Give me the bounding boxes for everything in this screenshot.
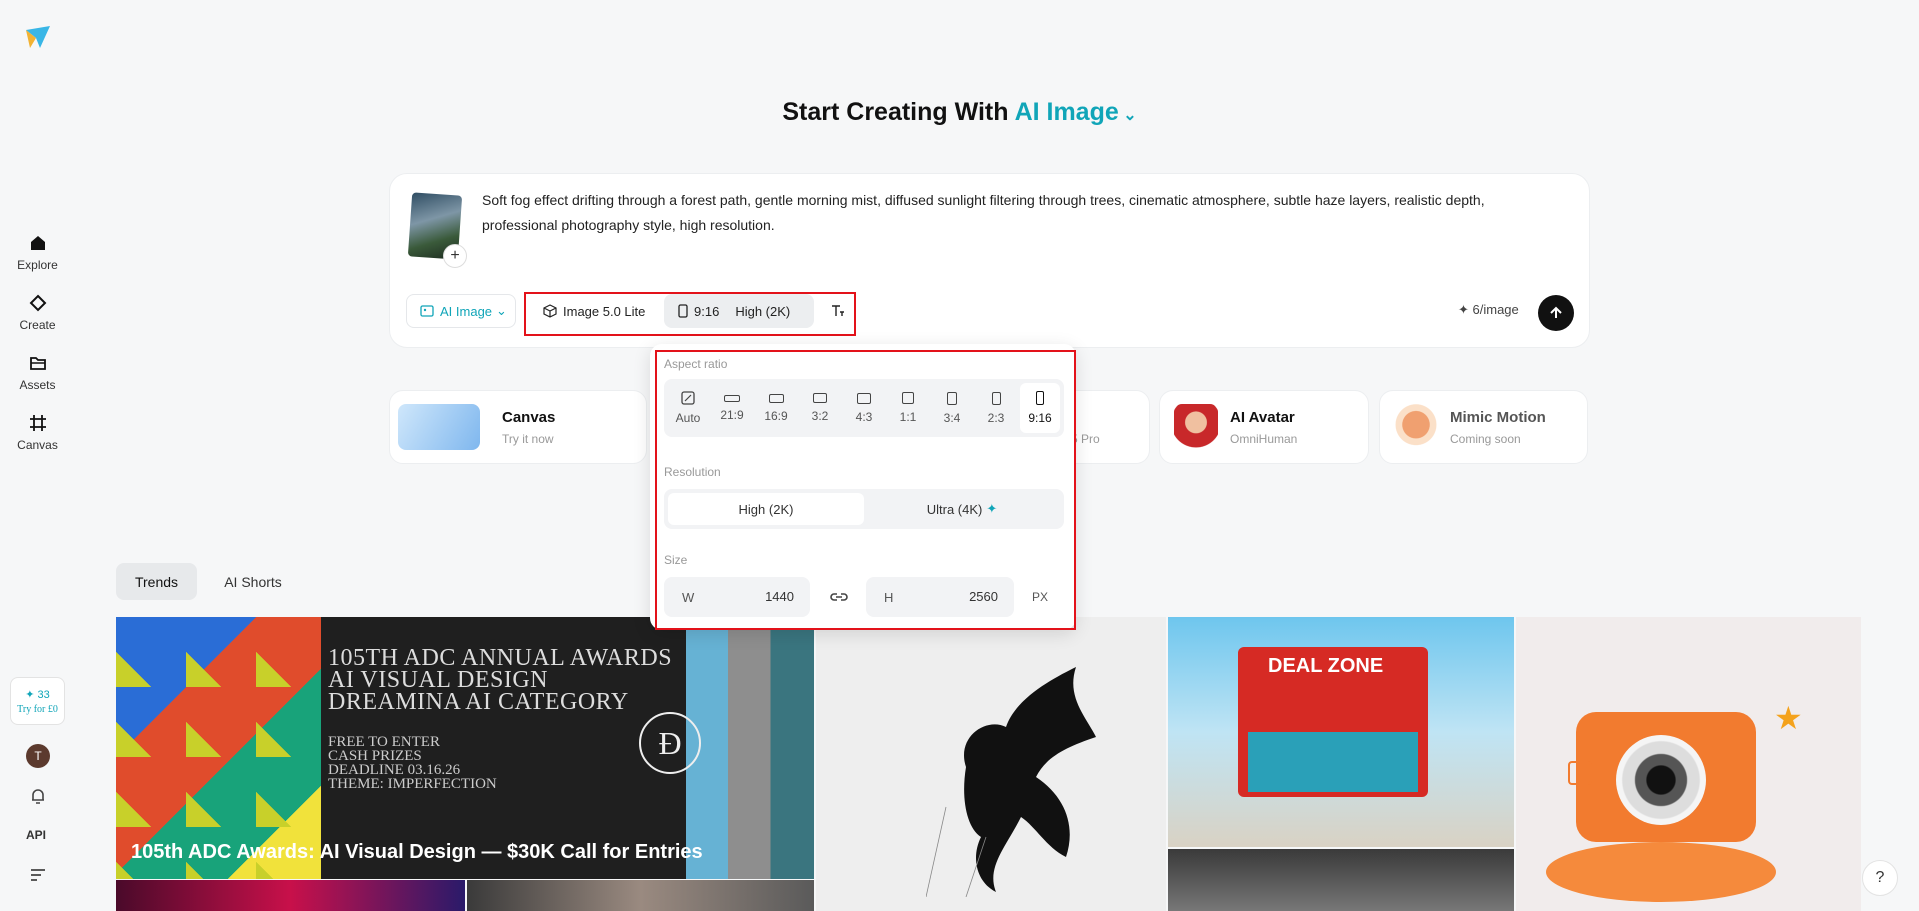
gallery-caption: 105th ADC Awards: AI Visual Design — $30… xyxy=(131,841,703,863)
sidebar-item-assets[interactable]: Assets xyxy=(0,342,75,402)
sidebar-item-canvas[interactable]: Canvas xyxy=(0,402,75,462)
tab-ai-shorts[interactable]: AI Shorts xyxy=(210,563,296,600)
api-link[interactable]: API xyxy=(26,828,46,842)
chevron-down-icon: ⌄ xyxy=(1118,107,1137,124)
sidebar: Explore Create Assets Canvas ✦ 33 Try fo… xyxy=(0,0,75,911)
canvas-icon xyxy=(29,414,46,431)
diamond-icon xyxy=(29,294,46,311)
feature-title: Mimic Motion xyxy=(1450,409,1546,426)
type-selector[interactable]: AI Image ⌄ xyxy=(406,294,516,328)
folder-icon xyxy=(29,356,46,370)
toolbar-highlight xyxy=(524,292,856,336)
sidebar-item-label: Create xyxy=(19,317,56,332)
dragon-silhouette xyxy=(926,667,1096,897)
arrow-up-icon xyxy=(1550,306,1562,318)
canvas-thumbnail xyxy=(398,404,480,450)
feature-subtitle: Coming soon xyxy=(1450,432,1521,446)
poster-title: 105TH ADC ANNUAL AWARDS AI VISUAL DESIGN… xyxy=(328,645,673,715)
help-button[interactable]: ? xyxy=(1862,860,1898,896)
mode-label: AI Image xyxy=(1014,98,1119,126)
gallery-item-cats[interactable] xyxy=(467,880,814,911)
tab-trends[interactable]: Trends xyxy=(116,563,197,600)
type-label: AI Image xyxy=(440,303,493,319)
gallery-item-neon[interactable] xyxy=(116,880,465,911)
feature-card-canvas[interactable]: Canvas Try it now xyxy=(389,390,647,464)
adc-logo: Ð xyxy=(639,712,701,774)
feature-card-ai-avatar[interactable]: AI Avatar OmniHuman xyxy=(1159,390,1369,464)
camera-lens xyxy=(1616,735,1706,825)
gallery-item-dragon-puppet[interactable] xyxy=(816,617,1166,911)
generate-button[interactable] xyxy=(1538,295,1574,331)
sidebar-item-explore[interactable]: Explore xyxy=(0,222,75,282)
gallery-item-adc-awards[interactable]: 105TH ADC ANNUAL AWARDS AI VISUAL DESIGN… xyxy=(116,617,814,879)
gallery-item-dark[interactable] xyxy=(1168,849,1514,911)
popover-highlight xyxy=(655,350,1076,630)
page-title: Start Creating With AI Image ⌄ xyxy=(0,98,1919,127)
bell-icon[interactable] xyxy=(28,786,48,806)
feature-title: AI Avatar xyxy=(1230,409,1295,426)
cost-per-image: ✦ 6/image xyxy=(1458,302,1519,317)
poster-details: FREE TO ENTER CASH PRIZES DEADLINE 03.16… xyxy=(328,734,497,792)
mode-selector[interactable]: AI Image ⌄ xyxy=(1015,98,1137,126)
gallery-item-camera[interactable]: ★ xyxy=(1516,617,1861,911)
credits-count: ✦ 33 xyxy=(25,688,50,701)
avatar-thumbnail xyxy=(1174,404,1218,450)
avatar[interactable]: T xyxy=(26,744,50,768)
sidebar-item-create[interactable]: Create xyxy=(0,282,75,342)
image-icon xyxy=(1568,761,1592,785)
star-icon: ★ xyxy=(1774,700,1803,736)
store-sign: DEAL ZONE xyxy=(1268,655,1384,677)
title-prefix: Start Creating With xyxy=(782,98,1009,126)
logo-icon[interactable] xyxy=(24,24,52,52)
prompt-input[interactable]: Soft fog effect drifting through a fores… xyxy=(482,188,1562,238)
add-image-button[interactable]: + xyxy=(443,244,467,268)
sidebar-item-label: Canvas xyxy=(17,437,58,452)
feature-title: Canvas xyxy=(502,409,556,426)
sidebar-item-label: Explore xyxy=(17,257,58,272)
sidebar-nav: Explore Create Assets Canvas xyxy=(0,222,75,462)
image-icon xyxy=(420,305,434,317)
store-front xyxy=(1248,732,1418,792)
poster-mosaic-left xyxy=(116,617,321,879)
pedestal xyxy=(1546,842,1776,902)
chevron-down-icon: ⌄ xyxy=(496,303,507,318)
menu-icon[interactable] xyxy=(28,866,48,884)
feature-subtitle: Try it now xyxy=(502,432,554,446)
sidebar-item-label: Assets xyxy=(19,377,56,392)
home-icon xyxy=(30,235,45,250)
try-label: Try for £0 xyxy=(17,703,58,715)
feature-card-mimic-motion[interactable]: Mimic Motion Coming soon xyxy=(1379,390,1588,464)
credits-badge[interactable]: ✦ 33 Try for £0 xyxy=(10,677,65,725)
feature-subtitle: OmniHuman xyxy=(1230,432,1298,446)
poster-mosaic-right xyxy=(686,617,814,879)
mimic-thumbnail xyxy=(1394,404,1438,450)
gallery-item-deal-zone[interactable]: DEAL ZONE xyxy=(1168,617,1514,847)
